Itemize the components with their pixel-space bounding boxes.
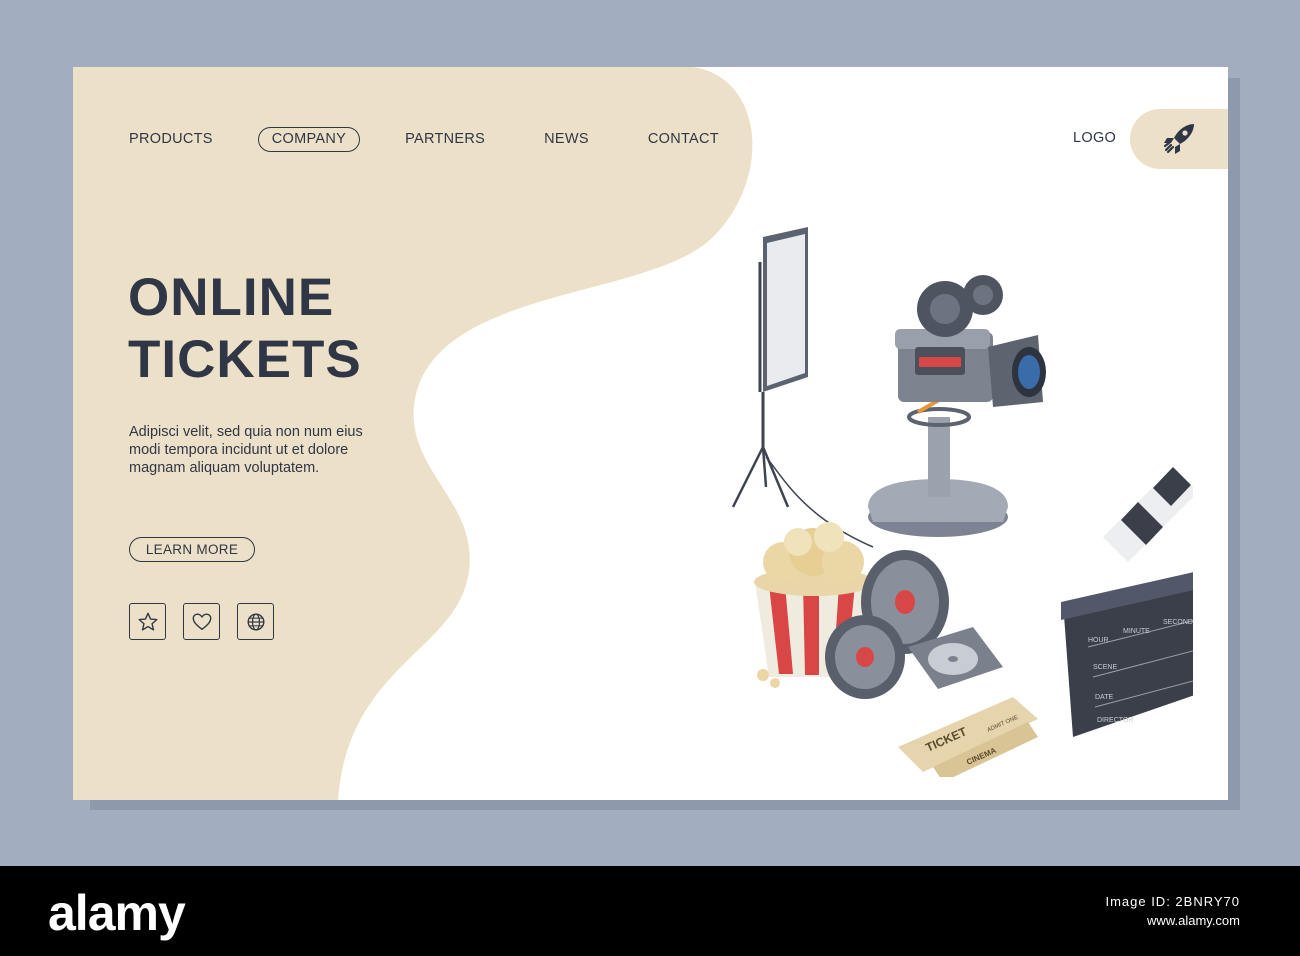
hero-title-line1: ONLINE: [128, 268, 335, 327]
cinema-tickets: TICKET CINEMA ADMIT ONE: [898, 697, 1038, 777]
social-icons: [129, 603, 291, 640]
nav-news[interactable]: NEWS: [530, 127, 603, 152]
nav-contact[interactable]: CONTACT: [634, 127, 733, 152]
footer-brand: alamy: [48, 885, 186, 941]
cinema-illustration: HOUR MINUTE SECOND SCENE DATE DIRECTOR T…: [731, 227, 1193, 777]
logo-pill[interactable]: [1130, 109, 1228, 169]
nav-company[interactable]: COMPANY: [257, 127, 361, 152]
globe-icon: [247, 613, 264, 630]
stock-info: Image ID: 2BNRY70 www.alamy.com: [1105, 894, 1240, 928]
learn-more-button[interactable]: LEARN MORE: [129, 537, 255, 562]
hero-title: ONLINE TICKETS: [128, 267, 362, 391]
stock-footer: alamy Image ID: 2BNRY70 www.alamy.com: [0, 866, 1300, 956]
softbox-light: [731, 227, 874, 548]
clapper-label-minute: MINUTE: [1123, 628, 1150, 635]
nav-partners[interactable]: PARTNERS: [391, 127, 499, 152]
stock-url: www.alamy.com: [1147, 913, 1240, 928]
rocket-icon: [1163, 124, 1194, 154]
star-button[interactable]: [129, 603, 166, 640]
hero-title-line2: TICKETS: [128, 330, 362, 389]
clapper-label-date: DATE: [1095, 694, 1113, 701]
landing-page: PRODUCTS COMPANY PARTNERS NEWS CONTACT L…: [73, 67, 1228, 800]
nav-products[interactable]: PRODUCTS: [128, 127, 227, 152]
heart-icon: [192, 613, 211, 630]
clapper-label-hour: HOUR: [1088, 637, 1109, 644]
main-nav: PRODUCTS COMPANY PARTNERS NEWS CONTACT: [128, 127, 764, 152]
stock-image-id: Image ID: 2BNRY70: [1105, 894, 1240, 909]
logo-label[interactable]: LOGO: [1073, 130, 1116, 146]
video-camera: [868, 275, 1046, 537]
clapper-label-second: SECOND: [1163, 619, 1193, 626]
clapper-label-scene: SCENE: [1093, 664, 1117, 671]
heart-button[interactable]: [183, 603, 220, 640]
hero-description: Adipisci velit, sed quia non num eius mo…: [129, 424, 363, 476]
clapper-label-director: DIRECTOR: [1097, 717, 1133, 724]
clapperboard: HOUR MINUTE SECOND SCENE DATE DIRECTOR: [1061, 467, 1193, 737]
star-icon: [138, 612, 157, 631]
globe-button[interactable]: [237, 603, 274, 640]
